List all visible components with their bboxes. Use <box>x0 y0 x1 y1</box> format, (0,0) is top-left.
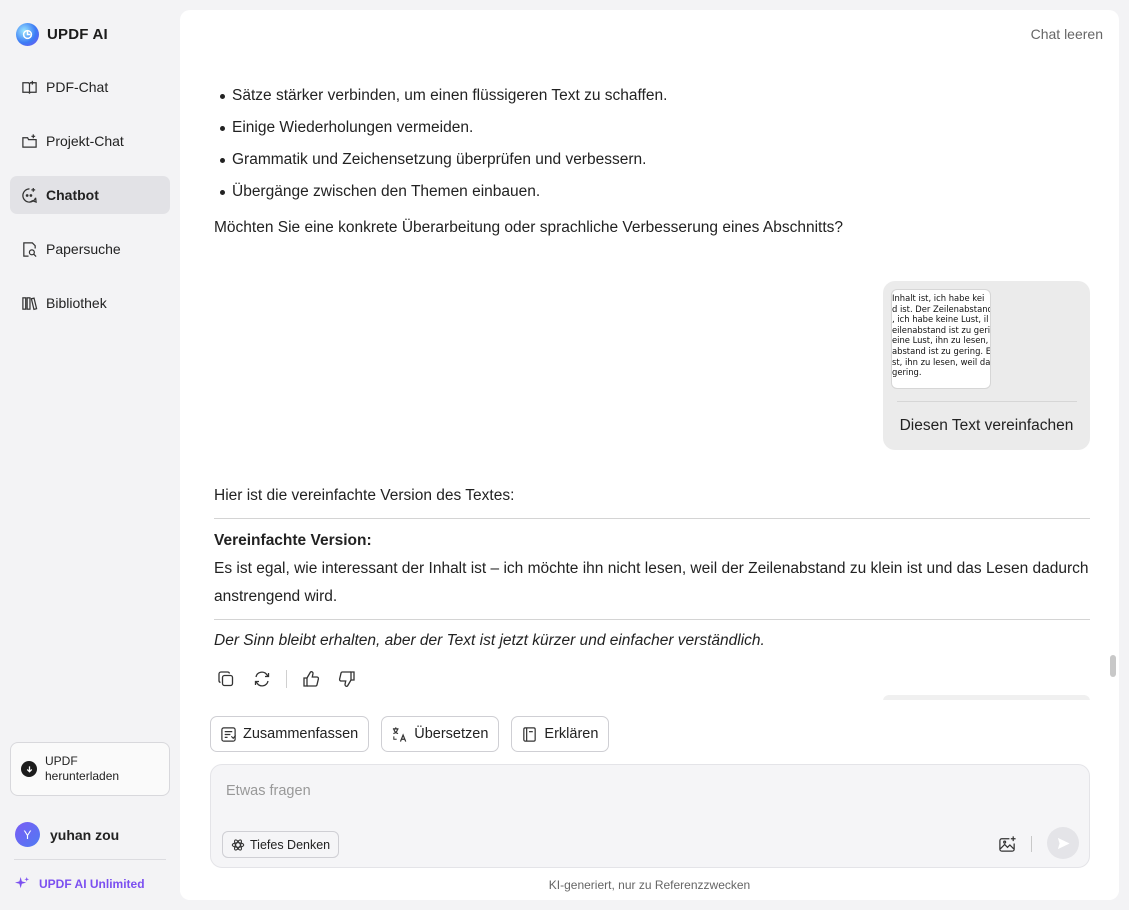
atom-icon <box>231 838 245 851</box>
quick-actions: Zusammenfassen Übersetzen Erklären <box>210 716 610 752</box>
message-divider <box>897 401 1077 402</box>
library-icon <box>20 294 38 312</box>
avatar: Y <box>15 822 40 847</box>
assistant-question: Möchten Sie eine konkrete Überarbeitung … <box>214 219 843 236</box>
sidebar: UPDF AI PDF-Chat Projekt-Chat Chatbot Pa… <box>0 0 180 910</box>
download-label-line2: herunterladen <box>45 769 120 783</box>
send-button[interactable] <box>1047 827 1079 859</box>
scrollbar[interactable] <box>1110 655 1116 677</box>
actions-separator <box>286 670 287 688</box>
thumbnail-text-line: eilenabstand ist zu gerin <box>892 324 991 335</box>
thumbnail-text-line: , ich habe keine Lust, il <box>892 314 989 325</box>
list-item: Grammatik und Zeichensetzung überprüfen … <box>214 144 1090 176</box>
reply-body: Es ist egal, wie interessant der Inhalt … <box>214 560 1089 605</box>
divider <box>214 619 1090 620</box>
thumbnail-text-line: d ist. Der Zeilenabstand <box>892 303 991 314</box>
sidebar-item-projekt-chat[interactable]: Projekt-Chat <box>10 122 170 160</box>
upgrade-link[interactable]: UPDF AI Unlimited <box>15 876 145 891</box>
upgrade-label: UPDF AI Unlimited <box>39 876 145 891</box>
chat-bot-icon <box>20 186 38 204</box>
explain-label: Erklären <box>544 726 599 742</box>
chat-input[interactable] <box>226 779 1006 803</box>
message-actions <box>214 667 359 691</box>
summarize-icon <box>221 726 237 742</box>
list-item: Sätze stärker verbinden, um einen flüssi… <box>214 80 1090 112</box>
sidebar-item-label: Bibliothek <box>46 295 107 311</box>
translate-button[interactable]: Übersetzen <box>381 716 500 752</box>
add-image-button[interactable] <box>995 832 1019 856</box>
book-open-icon <box>20 78 38 96</box>
thumbs-down-icon[interactable] <box>335 667 359 691</box>
sidebar-item-label: PDF-Chat <box>46 79 109 95</box>
sparkle-icon <box>15 876 30 889</box>
user-message-text: Diesen Text vereinfachen <box>899 417 1074 434</box>
clear-chat-button[interactable]: Chat leeren <box>1031 26 1103 42</box>
reply-note: Der Sinn bleibt erhalten, aber der Text … <box>214 632 765 649</box>
translate-icon <box>393 726 407 742</box>
download-label: UPDF herunterladen <box>45 754 119 784</box>
download-icon <box>21 761 37 777</box>
sidebar-item-label: Chatbot <box>46 187 99 203</box>
reply-intro: Hier ist die vereinfachte Version des Te… <box>214 487 515 504</box>
document-search-icon <box>20 240 38 258</box>
chat-input-box: Tiefes Denken <box>210 764 1090 868</box>
sidebar-item-label: Papersuche <box>46 241 121 257</box>
sidebar-item-papersuche[interactable]: Papersuche <box>10 230 170 268</box>
sidebar-item-pdf-chat[interactable]: PDF-Chat <box>10 68 170 106</box>
bullet-list: Sätze stärker verbinden, um einen flüssi… <box>214 80 1090 208</box>
thumbnail-text-line: st, ihn zu lesen, weil da <box>892 356 991 367</box>
download-label-line1: UPDF <box>45 754 78 768</box>
regenerate-icon[interactable] <box>250 667 274 691</box>
copy-icon[interactable] <box>214 667 238 691</box>
thumbnail-text-line: eine Lust, ihn zu lesen, <box>892 335 989 346</box>
brand[interactable]: UPDF AI <box>16 21 108 47</box>
list-item: Einige Wiederholungen vermeiden. <box>214 112 1090 144</box>
image-plus-icon <box>998 835 1016 852</box>
sidebar-item-chatbot[interactable]: Chatbot <box>10 176 170 214</box>
reply-heading: Vereinfachte Version: <box>214 532 372 549</box>
send-icon <box>1057 837 1070 849</box>
attached-image-thumbnail[interactable]: Inhalt ist, ich habe kei d ist. Der Zeil… <box>891 289 991 389</box>
thumbnail-text-line: abstand ist zu gering. E <box>892 345 991 356</box>
input-separator <box>1031 836 1032 852</box>
list-item: Übergänge zwischen den Themen einbauen. <box>214 176 1090 208</box>
brand-name: UPDF AI <box>47 25 108 43</box>
sidebar-item-label: Projekt-Chat <box>46 133 124 149</box>
sidebar-item-bibliothek[interactable]: Bibliothek <box>10 284 170 322</box>
divider <box>214 518 1090 519</box>
updf-logo-icon <box>16 22 39 46</box>
sidebar-divider <box>14 859 166 860</box>
thumbs-up-icon[interactable] <box>299 667 323 691</box>
deep-thinking-button[interactable]: Tiefes Denken <box>222 831 340 858</box>
user-name: yuhan zou <box>50 826 120 843</box>
folder-plus-icon <box>20 132 38 150</box>
book-icon <box>523 726 537 742</box>
explain-button[interactable]: Erklären <box>511 716 610 752</box>
user-profile[interactable]: Y yuhan zou <box>15 822 119 847</box>
assistant-message: Sätze stärker verbinden, um einen flüssi… <box>214 80 1090 244</box>
disclaimer: KI-generiert, nur zu Referenzzwecken <box>548 878 751 892</box>
thumbnail-text-line: gering. <box>892 367 922 378</box>
deep-thinking-label: Tiefes Denken <box>250 837 331 852</box>
chat-panel: Chat leeren Sätze stärker verbinden, um … <box>180 10 1119 900</box>
user-message-bubble: Inhalt ist, ich habe kei d ist. Der Zeil… <box>883 281 1090 450</box>
translate-label: Übersetzen <box>414 726 489 742</box>
assistant-reply: Hier ist die vereinfachte Version des Te… <box>214 482 1090 655</box>
summarize-label: Zusammenfassen <box>243 726 359 742</box>
sidebar-nav: PDF-Chat Projekt-Chat Chatbot Papersuche… <box>10 68 170 338</box>
thumbnail-text-line: Inhalt ist, ich habe kei <box>892 293 985 303</box>
download-updf-button[interactable]: UPDF herunterladen <box>10 742 170 796</box>
summarize-button[interactable]: Zusammenfassen <box>210 716 370 752</box>
